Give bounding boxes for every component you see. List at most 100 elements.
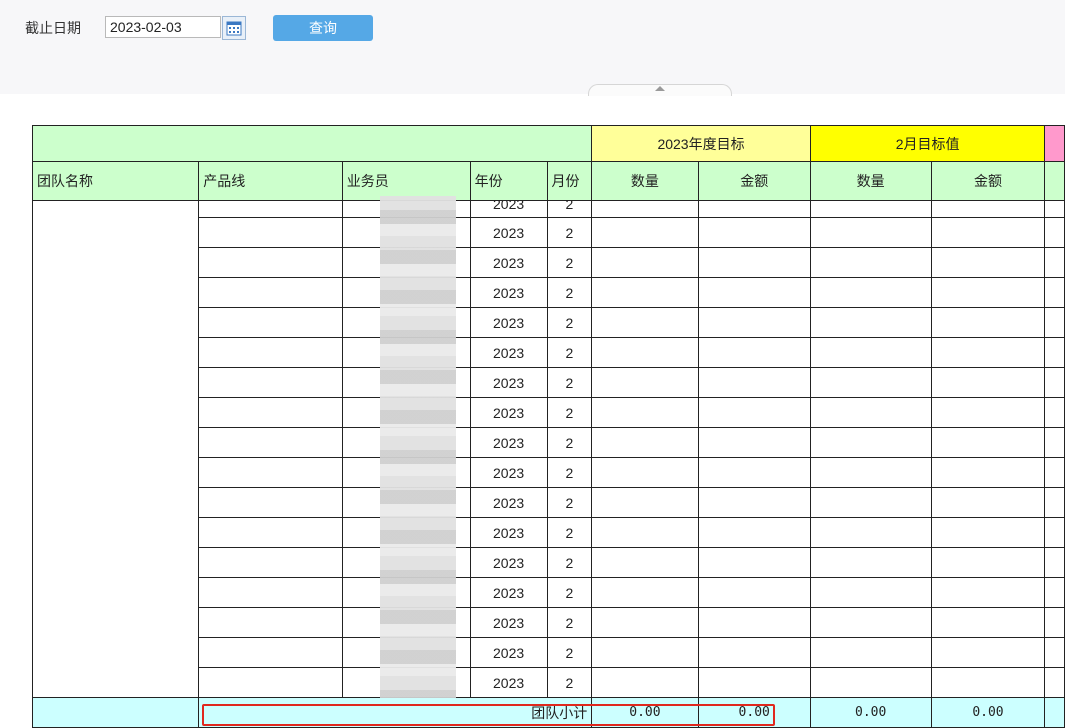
month-cell: 2: [546, 457, 593, 488]
annual-qty-cell: [591, 427, 699, 458]
month-cell: 2: [546, 217, 593, 248]
month-qty-cell: [809, 547, 932, 578]
date-label: 截止日期: [25, 20, 81, 36]
annual-amount-cell: [697, 457, 811, 488]
product-line-cell: [198, 667, 343, 698]
annual-qty-cell: [591, 577, 699, 608]
year-cell: 2023: [469, 577, 548, 608]
annual-amount-cell: [697, 667, 811, 698]
year-cell: 2023: [469, 457, 548, 488]
month-amount-cell: [930, 427, 1046, 458]
month-amount-cell: [930, 577, 1046, 608]
product-line-cell: [198, 217, 343, 248]
product-line-cell: [198, 337, 343, 368]
collapse-toggle[interactable]: [588, 84, 732, 96]
annual-qty-cell: [591, 217, 699, 248]
annual-qty-cell: [591, 517, 699, 548]
extra-cell: [1044, 397, 1065, 428]
month-amount-cell: [930, 307, 1046, 338]
month-cell: 2: [546, 247, 593, 278]
col-year: 年份: [469, 161, 548, 201]
month-amount-cell: [930, 247, 1046, 278]
month-qty-cell: [809, 457, 932, 488]
annual-target-header: 2023年度目标: [591, 125, 811, 162]
subtotal-highlight-box: [202, 704, 775, 726]
year-cell: 2023: [469, 217, 548, 248]
blurred-salesperson-names: [380, 196, 456, 698]
month-cell: 2: [546, 277, 593, 308]
annual-amount-cell: [697, 487, 811, 518]
extra-cell: [1044, 457, 1065, 488]
table-row: 2023 2: [31, 200, 1065, 698]
annual-amount-cell: [697, 577, 811, 608]
col-month: 月份: [546, 161, 593, 201]
month-cell: 2: [546, 577, 593, 608]
extra-cell: [1044, 427, 1065, 458]
col-salesperson: 业务员: [341, 161, 471, 201]
month-qty-cell: [809, 577, 932, 608]
annual-qty-cell: [591, 277, 699, 308]
month-qty-cell: [809, 667, 932, 698]
month-cell: 2: [546, 307, 593, 338]
subtotal-month-qty: 0.00: [809, 697, 932, 728]
year-cell: 2023: [469, 637, 548, 668]
product-line-cell: [198, 397, 343, 428]
month-qty-cell: [809, 637, 932, 668]
month-qty-cell: [809, 367, 932, 398]
extra-cell: [1044, 307, 1065, 338]
extra-cell: [1044, 637, 1065, 668]
annual-qty-cell: [591, 547, 699, 578]
annual-amount-cell: [697, 607, 811, 638]
header-blank: [31, 125, 593, 162]
month-qty-cell: [809, 200, 932, 218]
month-cell: 2: [546, 547, 593, 578]
month-cell: 2: [546, 607, 593, 638]
extra-cell: [1044, 487, 1065, 518]
year-cell: 2023: [469, 277, 548, 308]
annual-qty-cell: [591, 337, 699, 368]
month-qty-cell: [809, 277, 932, 308]
month-amount-cell: [930, 607, 1046, 638]
col-month-amount: 金额: [930, 161, 1046, 201]
year-cell: 2023: [469, 307, 548, 338]
annual-qty-cell: [591, 487, 699, 518]
annual-amount-cell: [697, 200, 811, 218]
year-cell: 2023: [469, 367, 548, 398]
query-button[interactable]: 查询: [273, 15, 373, 41]
col-month-qty: 数量: [809, 161, 932, 201]
month-qty-cell: [809, 217, 932, 248]
month-qty-cell: [809, 427, 932, 458]
extra-cell: [1044, 367, 1065, 398]
month-amount-cell: [930, 667, 1046, 698]
annual-amount-cell: [697, 307, 811, 338]
calendar-icon[interactable]: [222, 16, 246, 40]
extra-cell: [1044, 277, 1065, 308]
product-line-cell: [198, 547, 343, 578]
extra-cell: [1044, 217, 1065, 248]
month-cell: 2: [546, 337, 593, 368]
year-cell: 2023: [469, 517, 548, 548]
annual-amount-cell: [697, 277, 811, 308]
year-cell: 2023: [469, 487, 548, 518]
filter-toolbar: 截止日期 查询: [0, 0, 1065, 96]
extra-cell: [1044, 577, 1065, 608]
month-cell: 2: [546, 667, 593, 698]
extra-cell: [1044, 517, 1065, 548]
product-line-cell: [198, 637, 343, 668]
product-line-cell: [198, 607, 343, 638]
year-cell: 2023: [469, 547, 548, 578]
team-name-cell: [31, 200, 200, 698]
annual-qty-cell: [591, 200, 699, 218]
target-report-table: 2023年度目标 2月目标值 团队名称 产品线 业务员 年份 月份 数量 金额 …: [31, 125, 1065, 728]
month-target-header: 2月目标值: [809, 125, 1046, 162]
extra-cell: [1044, 547, 1065, 578]
col-annual-amount: 金额: [697, 161, 811, 201]
table-body: 2023 2 2023 2 2023 2 2023 2 2023 2 2023 2 2023 2 202…: [31, 200, 1065, 698]
extra-cell: [1044, 247, 1065, 278]
month-qty-cell: [809, 397, 932, 428]
date-input[interactable]: [105, 16, 221, 38]
month-qty-cell: [809, 607, 932, 638]
annual-qty-cell: [591, 307, 699, 338]
product-line-cell: [198, 307, 343, 338]
month-amount-cell: [930, 217, 1046, 248]
